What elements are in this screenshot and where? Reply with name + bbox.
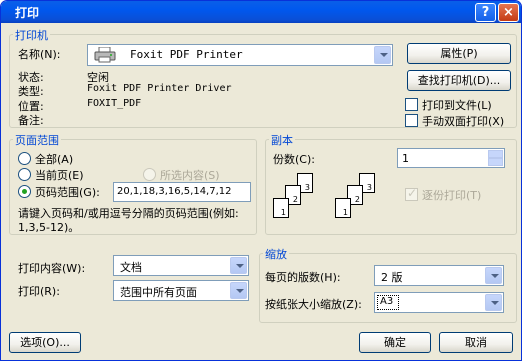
properties-button[interactable]: 属性(P) <box>407 43 511 64</box>
range-all-radio[interactable] <box>18 152 31 165</box>
focus-ring: A3 <box>377 295 399 310</box>
print-dialog: 打印 ? × 打印机 名称(N): Foxit PDF Printer 状态: … <box>0 0 522 361</box>
copies-input[interactable]: 1 <box>397 148 505 168</box>
page-range-hint: 请键入页码和/或用逗号分隔的页码范围(例如: 1,3,5-12)。 <box>18 207 239 234</box>
range-pages-label[interactable]: 页码范围(G): <box>35 184 100 200</box>
pages-per-sheet-value: 2 版 <box>381 271 403 284</box>
title-bar: 打印 ? × <box>1 1 521 23</box>
copy-stack-a-icon: 3 2 1 <box>273 173 319 223</box>
page-range-value: 20,1,18,3,16,5,14,7,12 <box>117 186 232 197</box>
collate-label[interactable]: 逐份打印(T) <box>422 187 481 203</box>
chevron-down-icon[interactable] <box>485 267 502 284</box>
print-mode-label: 打印(R): <box>18 285 60 298</box>
pages-per-sheet-select[interactable]: 2 版 <box>374 265 504 286</box>
chevron-down-icon[interactable] <box>485 294 502 311</box>
close-button[interactable]: × <box>498 3 519 22</box>
printer-name-label: 名称(N): <box>18 48 61 61</box>
pages-per-sheet-label: 每页的版数(H): <box>265 271 341 284</box>
range-selection-label[interactable]: 所选内容(S) <box>160 167 220 183</box>
copies-value: 1 <box>402 152 409 165</box>
copies-group-title: 副本 <box>269 132 295 148</box>
print-mode-value: 范围中所有页面 <box>120 286 197 299</box>
print-what-select[interactable]: 文档 <box>113 255 249 276</box>
scale-value: A3 <box>380 296 394 307</box>
scale-select[interactable]: A3 <box>374 292 504 313</box>
type-label: 类型: <box>18 85 44 98</box>
chevron-down-icon[interactable] <box>374 46 391 64</box>
page-range-group-title: 页面范围 <box>13 132 61 148</box>
find-printer-button[interactable]: 查找打印机(D)... <box>407 70 511 91</box>
options-button[interactable]: 选项(O)... <box>9 332 81 353</box>
print-to-file-checkbox[interactable] <box>405 98 418 111</box>
scale-label: 按纸张大小缩放(Z): <box>265 298 362 311</box>
page-range-input[interactable]: 20,1,18,3,16,5,14,7,12 <box>113 182 251 202</box>
copy-stack-b-icon: 3 2 1 <box>335 173 381 223</box>
copies-label: 份数(C): <box>273 153 315 166</box>
manual-duplex-label[interactable]: 手动双面打印(X) <box>422 113 504 129</box>
print-mode-select[interactable]: 范围中所有页面 <box>113 280 249 301</box>
range-current-label[interactable]: 当前页(E) <box>35 167 84 183</box>
cancel-button[interactable]: 取消 <box>439 332 513 353</box>
chevron-down-icon[interactable] <box>230 282 247 299</box>
print-what-value: 文档 <box>120 261 142 274</box>
spin-down-icon[interactable] <box>488 158 503 166</box>
help-button[interactable]: ? <box>475 3 496 22</box>
range-pages-radio[interactable] <box>18 185 31 198</box>
print-to-file-label[interactable]: 打印到文件(L) <box>422 97 492 113</box>
comment-label: 备注: <box>18 114 44 127</box>
printer-group-title: 打印机 <box>13 27 50 43</box>
spin-up-icon[interactable] <box>488 150 503 158</box>
location-value: FOXIT_PDF <box>87 98 142 109</box>
chevron-down-icon[interactable] <box>230 257 247 274</box>
printer-name-value: Foxit PDF Printer <box>130 48 243 61</box>
range-all-label[interactable]: 全部(A) <box>35 151 73 167</box>
printer-icon <box>94 47 116 63</box>
range-selection-radio[interactable] <box>143 168 156 181</box>
print-what-label: 打印内容(W): <box>18 262 86 275</box>
collate-checkbox[interactable] <box>405 186 418 201</box>
manual-duplex-checkbox[interactable] <box>405 114 418 127</box>
type-value: Foxit PDF Printer Driver <box>87 83 232 94</box>
range-current-radio[interactable] <box>18 168 31 181</box>
zoom-group-title: 缩放 <box>263 246 289 262</box>
printer-name-select[interactable]: Foxit PDF Printer <box>87 44 393 66</box>
ok-button[interactable]: 确定 <box>359 332 431 353</box>
window-title: 打印 <box>15 6 40 20</box>
